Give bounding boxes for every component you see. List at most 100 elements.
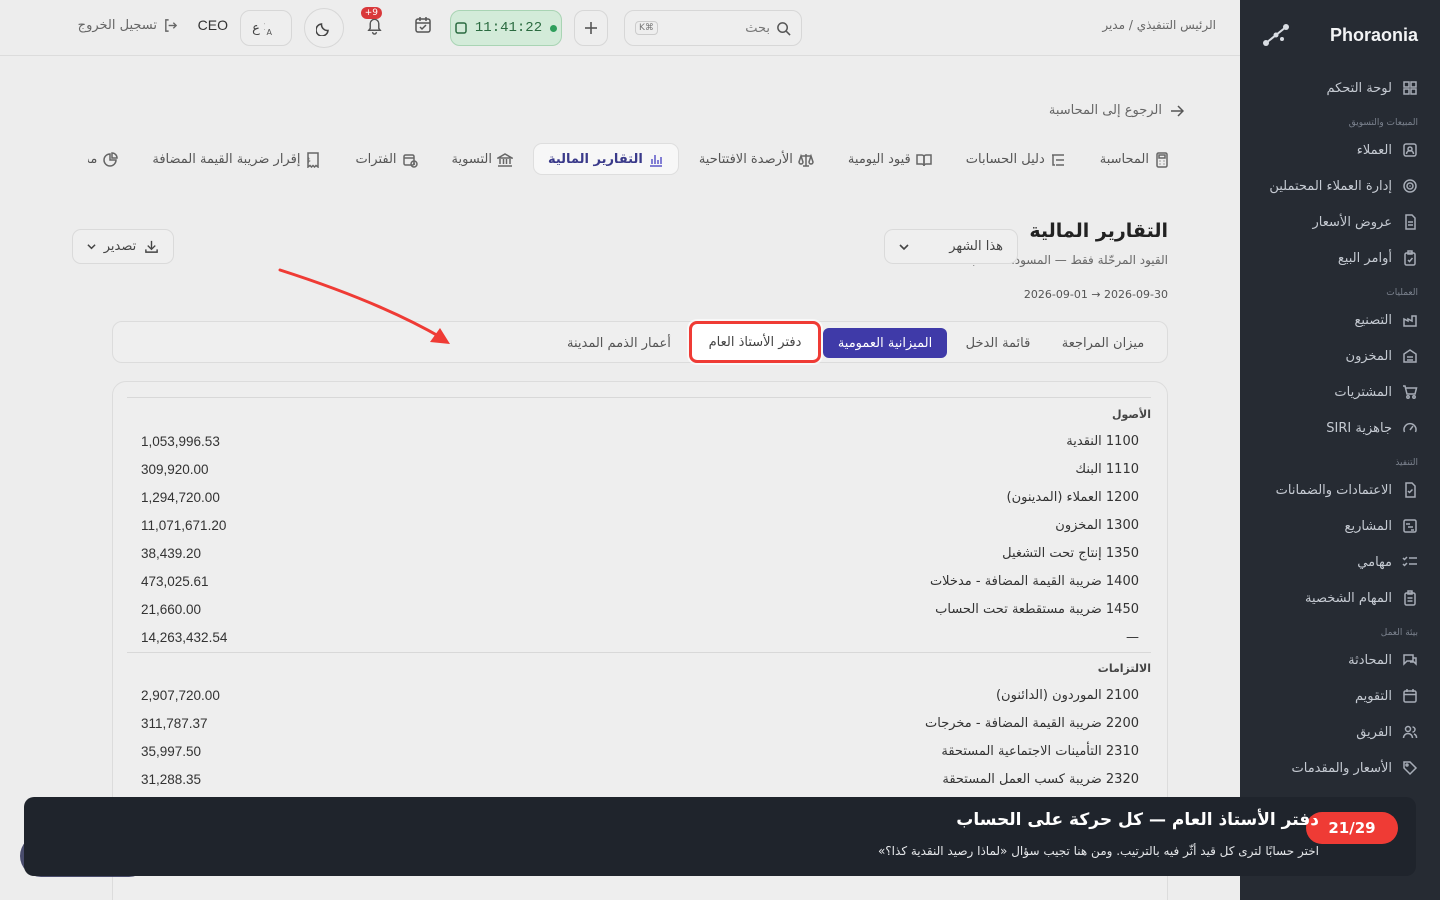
status-dot [550, 24, 558, 32]
sidebar: Phoraonia لوحة التحكم المبيعات والتسويق ال… [1240, 0, 1440, 900]
table-row[interactable]: 1450 ضريبة مستقطعة تحت الحساب 21,660.00 [141, 599, 1139, 619]
sidebar-item[interactable]: التصنيع [1240, 302, 1440, 338]
account-name: 1300 المخزون [1055, 517, 1139, 533]
table-row[interactable]: 1400 ضريبة القيمة المضافة - مدخلات 473,02… [141, 571, 1139, 591]
table-row[interactable]: 2310 التأمينات الاجتماعية المستحقة 35,997… [141, 741, 1139, 761]
sidebar-item[interactable]: أوامر البيع [1240, 240, 1440, 276]
account-value: 2,907,720.00 [141, 687, 220, 703]
calendar-button[interactable] [414, 16, 432, 34]
tour-description: اختر حسابًا لترى كل قيد أثّر فيه بالترتي… [877, 844, 1319, 858]
account-value: 21,660.00 [141, 601, 202, 617]
report-tab[interactable]: ميزان المراجعة [1049, 328, 1157, 358]
table-row[interactable]: 1110 البنك 309,920.00 [141, 459, 1139, 479]
translate-icon: 文A [264, 20, 280, 36]
account-name: 1200 العملاء (المدينون) [1006, 489, 1139, 505]
sidebar-item[interactable]: إدارة العملاء المحتملين [1240, 168, 1440, 204]
language-label: ع [252, 20, 260, 36]
account-value: 1,294,720.00 [141, 489, 220, 505]
sidebar-item-label: المهام الشخصية [1305, 590, 1392, 606]
add-button[interactable] [574, 10, 608, 46]
sidebar-item[interactable]: المشتريات [1240, 374, 1440, 410]
sidebar-section-label: بيئة العمل [1380, 628, 1418, 638]
sidebar-item[interactable]: المخزون [1240, 338, 1440, 374]
tour-step-badge: 21/29 [1306, 812, 1398, 844]
sidebar-item[interactable]: المحادثة [1240, 642, 1440, 678]
period-select[interactable]: هذا الشهر [884, 229, 1018, 264]
clock-square-icon [455, 22, 467, 34]
search-input[interactable]: بحث [745, 21, 770, 36]
clipboard-list-icon [1402, 590, 1418, 606]
list-tree-icon [1051, 152, 1066, 167]
sidebar-item-label: الاعتمادات والضمانات [1275, 482, 1392, 498]
language-switch[interactable]: 文A ع [240, 10, 292, 46]
sidebar-item-label: الفريق [1356, 724, 1392, 740]
account-name: 2310 التأمينات الاجتماعية المستحقة [941, 743, 1139, 759]
sidebar-item-label: إدارة العملاء المحتملين [1269, 178, 1392, 194]
theme-toggle[interactable] [304, 8, 344, 48]
breadcrumb: الرئيس التنفيذي / مدير [1102, 18, 1216, 32]
report-tab[interactable]: قائمة الدخل [951, 328, 1045, 358]
notifications-button[interactable]: +9 [360, 7, 384, 35]
table-row[interactable]: 1350 إنتاج تحت التشغيل 38,439.20 [141, 543, 1139, 563]
module-tab[interactable]: الأرصدة الافتتاحية [685, 143, 828, 175]
file-check-icon [1402, 482, 1418, 498]
account-value: 1,053,996.53 [141, 433, 220, 449]
group-title-assets: الأصول [1111, 408, 1151, 421]
export-button[interactable]: تصدير [72, 229, 174, 264]
report-tab[interactable]: دفتر الأستاذ العام [689, 321, 821, 363]
sidebar-item[interactable]: العملاء [1240, 132, 1440, 168]
bar-chart-icon [649, 152, 664, 167]
report-tab[interactable]: الميزانية العمومية [823, 328, 947, 358]
account-value: 38,439.20 [141, 545, 202, 561]
bank-icon [496, 152, 513, 167]
total-row: — 14,263,432.54 [141, 627, 1139, 647]
module-tab[interactable]: $ إقرار ضريبة القيمة المضافة [138, 143, 335, 175]
module-tab[interactable]: التقارير المالية [532, 143, 679, 175]
sidebar-item[interactable]: لوحة التحكم [1240, 70, 1440, 106]
table-row[interactable]: 2200 ضريبة القيمة المضافة - مخرجات 311,78… [141, 713, 1139, 733]
sidebar-item-label: المحادثة [1348, 652, 1392, 668]
module-tab-label: المحاسبة [1099, 151, 1149, 167]
sidebar-item[interactable]: الاعتمادات والضمانات [1240, 472, 1440, 508]
role-label: CEO [197, 17, 228, 33]
module-tab[interactable]: دليل الحسابات [952, 143, 1080, 175]
download-icon [144, 239, 159, 254]
card-top-divider [127, 397, 1151, 398]
calendar-clock-icon [402, 152, 418, 168]
export-label: تصدير [103, 239, 137, 254]
table-row[interactable]: 1100 النقدية 1,053,996.53 [141, 431, 1139, 451]
sidebar-item[interactable]: جاهزية SIRI [1240, 410, 1440, 446]
sidebar-item[interactable]: الأسعار والمقدمات [1240, 750, 1440, 786]
svg-text:$: $ [307, 157, 311, 164]
module-tab[interactable]: قيود اليومية [834, 143, 946, 175]
table-row[interactable]: 2320 ضريبة كسب العمل المستحقة 31,288.35 [141, 769, 1139, 789]
arrow-right-icon [1170, 104, 1184, 118]
sidebar-item[interactable]: عروض الأسعار [1240, 204, 1440, 240]
sidebar-item[interactable]: المشاريع [1240, 508, 1440, 544]
table-row[interactable]: 1300 المخزون 11,071,671.20 [141, 515, 1139, 535]
search-box[interactable]: بحث K⌘ [624, 10, 802, 46]
module-tab[interactable]: مد [88, 143, 132, 175]
module-tab[interactable]: المحاسبة [1086, 143, 1184, 175]
brand[interactable]: Phoraonia [1240, 0, 1440, 70]
sidebar-item[interactable]: التقويم [1240, 678, 1440, 714]
total-label: — [1126, 629, 1139, 645]
target-icon [1402, 178, 1418, 194]
logout-button[interactable]: تسجيل الخروج [78, 18, 178, 33]
sidebar-item-label: التقويم [1354, 688, 1392, 704]
sidebar-item[interactable]: مهامي [1240, 544, 1440, 580]
clock-time: 11:41:22 [474, 20, 543, 36]
tag-icon [1402, 760, 1418, 776]
module-tabs: المحاسبة دليل الحسابات قيود اليومية الأرصدة… [88, 141, 1184, 177]
report-tab[interactable]: أعمار الذمم المدينة [567, 328, 679, 358]
module-tab[interactable]: التسوية [438, 143, 527, 175]
back-link[interactable]: الرجوع إلى المحاسبة [1049, 103, 1184, 118]
sidebar-item[interactable]: الفريق [1240, 714, 1440, 750]
sidebar-item[interactable]: المهام الشخصية [1240, 580, 1440, 616]
module-tab-label: إقرار ضريبة القيمة المضافة [152, 151, 301, 167]
sidebar-item-label: العملاء [1356, 142, 1392, 158]
table-row[interactable]: 2100 الموردون (الدائنون) 2,907,720.00 [141, 685, 1139, 705]
table-row[interactable]: 1200 العملاء (المدينون) 1,294,720.00 [141, 487, 1139, 507]
module-tab[interactable]: الفترات [341, 143, 431, 175]
module-tab-label: مد [88, 151, 98, 167]
